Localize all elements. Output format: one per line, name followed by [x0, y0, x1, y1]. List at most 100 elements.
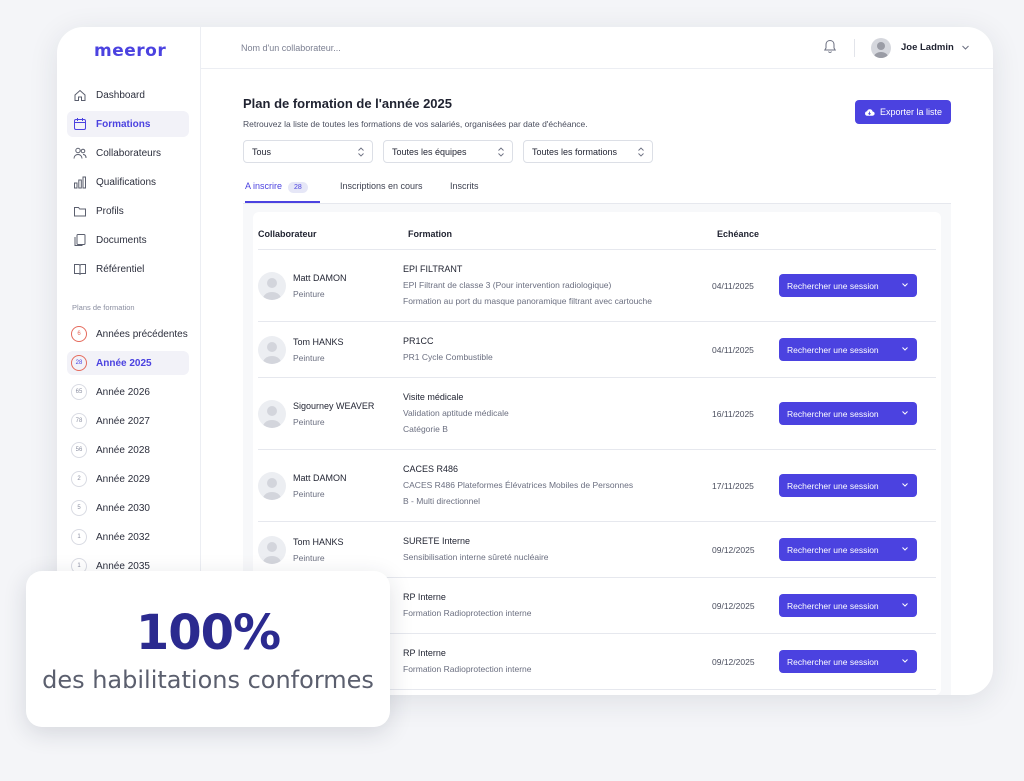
tab-count-badge: 28	[288, 182, 308, 193]
search-session-label: Rechercher une session	[787, 656, 879, 667]
formation-detail: Sensibilisation interne sûreté nucléaire	[403, 552, 549, 562]
page-subtitle: Retrouvez la liste de toutes les formati…	[243, 119, 588, 129]
tab-label: A inscrire	[245, 181, 283, 191]
promo-percentage: 100%	[135, 605, 281, 661]
sidebar-item-r-f-rentiel[interactable]: Référentiel	[67, 256, 189, 282]
collaborateur-name: Sigourney WEAVER	[293, 401, 375, 411]
year-label: Année 2035	[96, 560, 150, 572]
chevron-down-icon	[902, 483, 908, 487]
sidebar-item-qualifications[interactable]: Qualifications	[67, 169, 189, 195]
users-icon	[73, 146, 87, 160]
formation-detail: EPI Filtrant de classe 3 (Pour intervent…	[403, 280, 612, 290]
echeance-date: 04/11/2025	[712, 345, 754, 355]
avatar	[258, 472, 286, 500]
search-session-button[interactable]: Rechercher une session	[779, 474, 917, 497]
filter-select-1[interactable]: Tous	[243, 140, 373, 163]
sidebar-year-7[interactable]: 5 Année 2030	[67, 496, 189, 520]
count-badge: 78	[71, 413, 87, 429]
sidebar-year-8[interactable]: 1 Année 2032	[67, 525, 189, 549]
avatar	[258, 400, 286, 428]
count-badge: 5	[71, 500, 87, 516]
sidebar-item-label: Formations	[96, 118, 151, 130]
search-session-button[interactable]: Rechercher une session	[779, 650, 917, 673]
filter-select-2[interactable]: Toutes les équipes	[383, 140, 513, 163]
collaborateur-name: Tom HANKS	[293, 537, 344, 547]
page-title: Plan de formation de l'année 2025	[243, 96, 452, 111]
topbar-divider	[854, 39, 855, 57]
search-session-label: Rechercher une session	[787, 344, 879, 355]
sidebar-item-documents[interactable]: Documents	[67, 227, 189, 253]
year-label: Année 2030	[96, 502, 150, 514]
search-session-button[interactable]: Rechercher une session	[779, 402, 917, 425]
chevron-down-icon	[902, 659, 908, 663]
year-label: Année 2026	[96, 386, 150, 398]
tab-inscriptions-en-cours[interactable]: Inscriptions en cours	[340, 181, 423, 203]
collaborateur-name: Matt DAMON	[293, 273, 347, 283]
sidebar-item-collaborateurs[interactable]: Collaborateurs	[67, 140, 189, 166]
sidebar-item-label: Profils	[96, 205, 124, 217]
select-chevron-icon	[498, 147, 504, 157]
collaborateur-name: Matt DAMON	[293, 473, 347, 483]
export-button[interactable]: Exporter la liste	[855, 100, 951, 124]
year-label: Année 2025	[96, 357, 152, 369]
search-session-button[interactable]: Rechercher une session	[779, 538, 917, 561]
formation-detail: PR1 Cycle Combustible	[403, 352, 493, 362]
documents-icon	[73, 233, 87, 247]
echeance-date: 04/11/2025	[712, 281, 754, 291]
sidebar-item-profils[interactable]: Profils	[67, 198, 189, 224]
sidebar-year-6[interactable]: 2 Année 2029	[67, 467, 189, 491]
filter-select-3[interactable]: Toutes les formations	[523, 140, 653, 163]
bell-icon[interactable]	[823, 39, 837, 55]
search-session-button[interactable]: Rechercher une session	[779, 594, 917, 617]
formation-name: CACES R486	[403, 464, 459, 474]
sidebar-item-label: Documents	[96, 234, 147, 246]
table-row: Matt DAMON Peinture CACES R486 CACES R486 P…	[258, 450, 936, 522]
select-chevron-icon	[358, 147, 364, 157]
echeance-date: 09/12/2025	[712, 601, 755, 611]
formation-detail: Formation Radioprotection interne	[403, 664, 532, 674]
search-session-label: Rechercher une session	[787, 600, 879, 611]
avatar[interactable]	[871, 38, 891, 58]
topbar: Joe Ladmin	[201, 27, 993, 69]
sidebar-year-4[interactable]: 78 Année 2027	[67, 409, 189, 433]
sidebar-item-label: Référentiel	[96, 263, 145, 275]
sidebar-item-dashboard[interactable]: Dashboard	[67, 82, 189, 108]
year-label: Année 2027	[96, 415, 150, 427]
formation-name: EPI FILTRANT	[403, 264, 463, 274]
chevron-down-icon	[902, 603, 908, 607]
search-input[interactable]	[241, 39, 541, 57]
year-label: Année 2032	[96, 531, 150, 543]
formation-detail: B - Multi directionnel	[403, 496, 481, 506]
sidebar-item-formations[interactable]: Formations	[67, 111, 189, 137]
table-row: Tom HANKS Peinture PR1CC PR1 Cycle Combusti…	[258, 322, 936, 378]
promo-card: 100% des habilitations conformes	[26, 571, 390, 727]
sidebar-year-3[interactable]: 65 Année 2026	[67, 380, 189, 404]
formation-name: RP Interne	[403, 648, 446, 658]
tab-inscrits[interactable]: Inscrits	[450, 181, 479, 203]
search-session-button[interactable]: Rechercher une session	[779, 338, 917, 361]
filter-value: Toutes les formations	[532, 146, 618, 157]
collaborateur-team: Peinture	[293, 289, 325, 299]
col-header-echeance: Echéance	[717, 229, 760, 239]
collaborateur-team: Peinture	[293, 417, 325, 427]
app-logo[interactable]: meeror	[94, 41, 166, 61]
search-session-label: Rechercher une session	[787, 280, 879, 291]
chevron-down-icon	[902, 283, 908, 287]
sidebar-item-label: Collaborateurs	[96, 147, 162, 159]
search-session-button[interactable]: Rechercher une session	[779, 274, 917, 297]
echeance-date: 17/11/2025	[712, 481, 754, 491]
sidebar-year-5[interactable]: 56 Année 2028	[67, 438, 189, 462]
tab-a-inscrire[interactable]: A inscrire 28	[245, 181, 320, 203]
formation-name: RP Interne	[403, 592, 446, 602]
sidebar-year-2[interactable]: 28 Année 2025	[67, 351, 189, 375]
count-badge: 2	[71, 471, 87, 487]
chevron-down-icon[interactable]	[961, 43, 970, 52]
count-badge: 6	[71, 326, 87, 342]
search-session-label: Rechercher une session	[787, 480, 879, 491]
table-row: Matt DAMON Peinture EPI FILTRANT EPI Filtra…	[258, 250, 936, 322]
formation-detail: Catégorie B	[403, 424, 448, 434]
search-session-label: Rechercher une session	[787, 408, 879, 419]
formation-detail: Formation Radioprotection interne	[403, 608, 532, 618]
user-name[interactable]: Joe Ladmin	[901, 42, 954, 53]
sidebar-year-1[interactable]: 6 Années précédentes	[67, 322, 189, 346]
